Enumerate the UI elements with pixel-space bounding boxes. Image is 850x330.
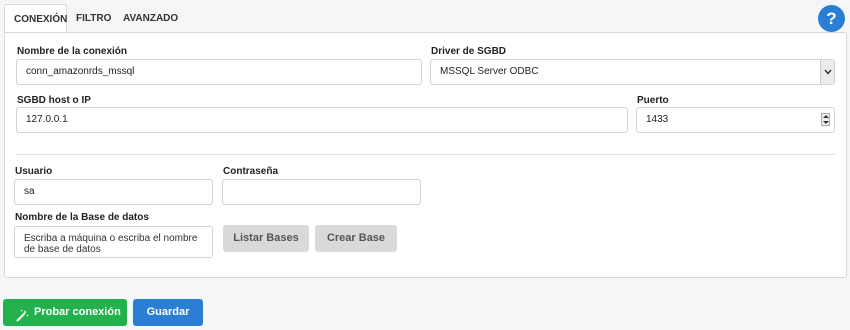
driver-select-value: MSSQL Server ODBC [440, 66, 539, 77]
host-input[interactable]: 127.0.0.1 [16, 107, 628, 133]
connection-name-label: Nombre de la conexión [17, 46, 128, 57]
database-name-label: Nombre de la Base de datos [15, 212, 149, 223]
driver-select[interactable]: MSSQL Server ODBC [430, 59, 835, 85]
database-name-input[interactable]: Escriba a máquina o escriba el nombre de… [14, 226, 213, 258]
magic-wand-icon [16, 306, 29, 330]
port-stepper[interactable] [821, 113, 830, 126]
test-connection-label: Probar conexión [34, 306, 121, 318]
connection-panel: Nombre de la conexión conn_amazonrds_mss… [4, 32, 847, 278]
host-label: SGBD host o IP [17, 95, 91, 106]
list-databases-button[interactable]: Listar Bases [223, 225, 309, 252]
driver-label: Driver de SGBD [431, 46, 507, 57]
help-icon[interactable]: ? [818, 5, 845, 32]
password-label: Contraseña [223, 166, 279, 177]
chevron-down-icon[interactable] [820, 60, 834, 84]
create-database-button[interactable]: Crear Base [315, 225, 397, 252]
user-label: Usuario [15, 166, 53, 177]
test-connection-button[interactable]: Probar conexión [3, 299, 127, 326]
section-divider [15, 154, 835, 155]
save-button[interactable]: Guardar [133, 299, 203, 326]
user-input[interactable]: sa [14, 179, 213, 205]
stepper-up-icon[interactable] [823, 115, 829, 118]
tab-conexion[interactable]: CONEXIÓN [4, 4, 67, 34]
tab-avanzado[interactable]: AVANZADO [123, 4, 178, 33]
port-label: Puerto [637, 95, 669, 106]
password-input[interactable] [222, 179, 421, 205]
connection-name-input[interactable]: conn_amazonrds_mssql [16, 59, 422, 85]
port-input[interactable]: 1433 [636, 107, 835, 133]
tab-filtro[interactable]: FILTRO [76, 4, 111, 33]
port-value: 1433 [646, 114, 669, 125]
stepper-down-icon[interactable] [823, 121, 829, 124]
